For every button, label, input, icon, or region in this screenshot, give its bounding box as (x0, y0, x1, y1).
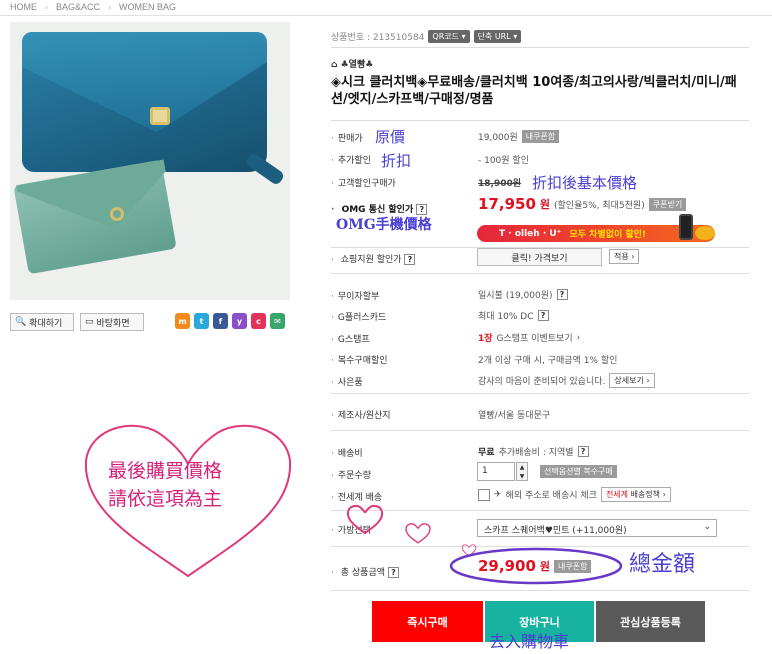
clutch-clasp (150, 107, 170, 125)
divider (331, 590, 749, 591)
help-icon[interactable]: ? (577, 446, 589, 457)
annotation-original-price: 原價 (375, 128, 406, 146)
extra-discount-label: 추가할인 (331, 153, 371, 166)
divider (0, 15, 772, 16)
bag-option-select[interactable]: 스카프 스퀘어백♥민트 (+11,000원) ⌄ (477, 519, 717, 537)
customer-price-label: 고객할인구매가 (331, 176, 396, 189)
multi-buy-label: 복수구매할인 (331, 353, 388, 366)
wishlist-button[interactable]: 관심상품등록 (596, 601, 705, 642)
sale-price-label: 판매가 (331, 131, 363, 144)
breadcrumb-bag-acc[interactable]: BAG&ACC (56, 2, 100, 12)
omg-price-value: 17,950 원 (할인율5%, 최대5천원) 쿠폰받기 (478, 195, 687, 213)
divider (331, 510, 749, 511)
divider (331, 120, 749, 121)
global-shipping-checkbox[interactable] (478, 488, 490, 501)
multi-option-buy-button[interactable]: 선택옵션별 복수구매 (540, 465, 617, 478)
product-code: 상품번호 : 213510584 QR코드 ▾ 단축 URL ▾ (331, 30, 522, 43)
sale-price-value: 19,000원 내쿠폰함 (478, 130, 560, 143)
zoom-button[interactable]: 🔍 확대하기 (10, 313, 74, 331)
buy-now-button[interactable]: 즉시구매 (372, 601, 483, 642)
help-icon[interactable]: ? (404, 254, 416, 265)
divider (331, 430, 749, 431)
monitor-icon: ▭ (85, 317, 94, 327)
cyworld-icon[interactable]: c (251, 313, 266, 329)
total-circle-annotation (449, 547, 623, 585)
extra-discount-value: - 100원 할인 (478, 156, 529, 166)
installment-label: 무이자할부 (331, 289, 379, 302)
origin-value: 열빵/서울 동대문구 (478, 411, 551, 421)
shipping-policy-button[interactable]: 전세계 배송정책 › (600, 487, 671, 502)
shipping-fee-value: 무료 추가배송비 : 지역별? (478, 445, 589, 458)
gift-label: 사은품 (331, 375, 363, 388)
global-shipping-value: ✈ 해외 주소로 배송시 체크 전세계 배송정책 › (478, 487, 671, 502)
origin-label: 제조사/원산지 (331, 408, 391, 421)
g-plus-card-value: 최대 10% DC? (478, 309, 549, 322)
magnifier-icon: 🔍 (15, 317, 27, 327)
stamp-event-link[interactable]: G스탬프 이벤트보기 (497, 331, 573, 344)
installment-value: 일시불 (19,000원)? (478, 288, 568, 301)
facebook-icon[interactable]: f (213, 313, 228, 329)
divider (331, 47, 749, 48)
short-url-button[interactable]: 단축 URL ▾ (473, 30, 522, 43)
airplane-icon: ✈ (494, 489, 502, 500)
mail-icon[interactable]: ✉ (270, 313, 285, 329)
shipping-fee-label: 배송비 (331, 446, 363, 459)
product-title: ◈시크 클러치백◈무료배송/클러치백 10여종/최고의사랑/빅클러치/미니/패션… (331, 75, 737, 107)
phone-icon (679, 214, 693, 240)
wallet-clasp (110, 207, 124, 221)
quantity-stepper[interactable]: ▲ ▼ (516, 462, 528, 481)
coins-icon (695, 226, 715, 240)
annotation-final-price-2: 請依這項為主 (108, 488, 223, 510)
total-label: 총 상품금액 ? (331, 565, 399, 578)
annotation-total-amount: 總金額 (629, 552, 696, 577)
twitter-icon[interactable]: t (194, 313, 209, 329)
chevron-down-icon: ⌄ (703, 522, 711, 532)
my-coupon-button[interactable]: 내쿠폰함 (521, 130, 560, 143)
gift-detail-button[interactable]: 상세보기 › (609, 373, 655, 388)
multi-buy-value: 2개 이상 구매 시, 구매금액 1% 할인 (478, 356, 618, 366)
annotation-omg-mobile: OMG手機價格 (336, 217, 432, 233)
help-icon[interactable]: ? (556, 289, 568, 300)
breadcrumb-women-bag[interactable]: WOMEN BAG (119, 2, 176, 12)
shopping-support-label: 쇼핑지원 할인가 ? (331, 252, 416, 265)
breadcrumb-home[interactable]: HOME (10, 2, 37, 12)
small-heart-icon (405, 523, 431, 544)
wallpaper-button[interactable]: ▭ 바탕화면 (80, 313, 144, 331)
annotation-discounted-base: 折扣後基本價格 (532, 174, 638, 192)
small-heart-icon (346, 504, 384, 535)
quantity-input[interactable]: 1 (477, 462, 515, 481)
help-icon[interactable]: ? (537, 310, 549, 321)
g-plus-card-label: G플러스카드 (331, 310, 386, 323)
g-stamp-value: 1장 G스탬프 이벤트보기 › (478, 331, 581, 345)
product-photo[interactable] (10, 22, 290, 300)
annotation-final-price-1: 最後購買價格 (108, 460, 223, 482)
help-icon[interactable]: ? (387, 567, 399, 578)
breadcrumb: HOME › BAG&ACC › WOMEN BAG (10, 0, 176, 14)
annotation-discount: 折扣 (381, 152, 412, 170)
chevron-right-icon: › (45, 2, 48, 12)
divider (331, 393, 749, 394)
me2day-icon[interactable]: m (175, 313, 190, 329)
price-check-button[interactable]: 클릭! 가격보기 (477, 248, 602, 266)
global-shipping-label: 전세계 배송 (331, 490, 382, 503)
divider (331, 273, 749, 274)
qr-code-button[interactable]: QR코드 ▾ (428, 30, 470, 43)
chevron-right-icon: › (108, 2, 112, 12)
gift-value: 감사의 마음이 준비되어 있습니다. 상세보기 › (478, 373, 655, 388)
annotation-to-cart: 去入購物車 (489, 632, 570, 651)
get-coupon-button[interactable]: 쿠폰받기 (648, 197, 687, 211)
g-stamp-label: G스탬프 (331, 332, 370, 345)
apply-button[interactable]: 적용 › (609, 249, 640, 264)
yozm-icon[interactable]: y (232, 313, 247, 329)
customer-price-value: 18,900원 (478, 179, 522, 189)
quantity-label: 주문수량 (331, 468, 371, 481)
brand-name[interactable]: ⌂ ♣열빵♣ (331, 57, 373, 70)
home-icon: ⌂ (331, 60, 338, 70)
